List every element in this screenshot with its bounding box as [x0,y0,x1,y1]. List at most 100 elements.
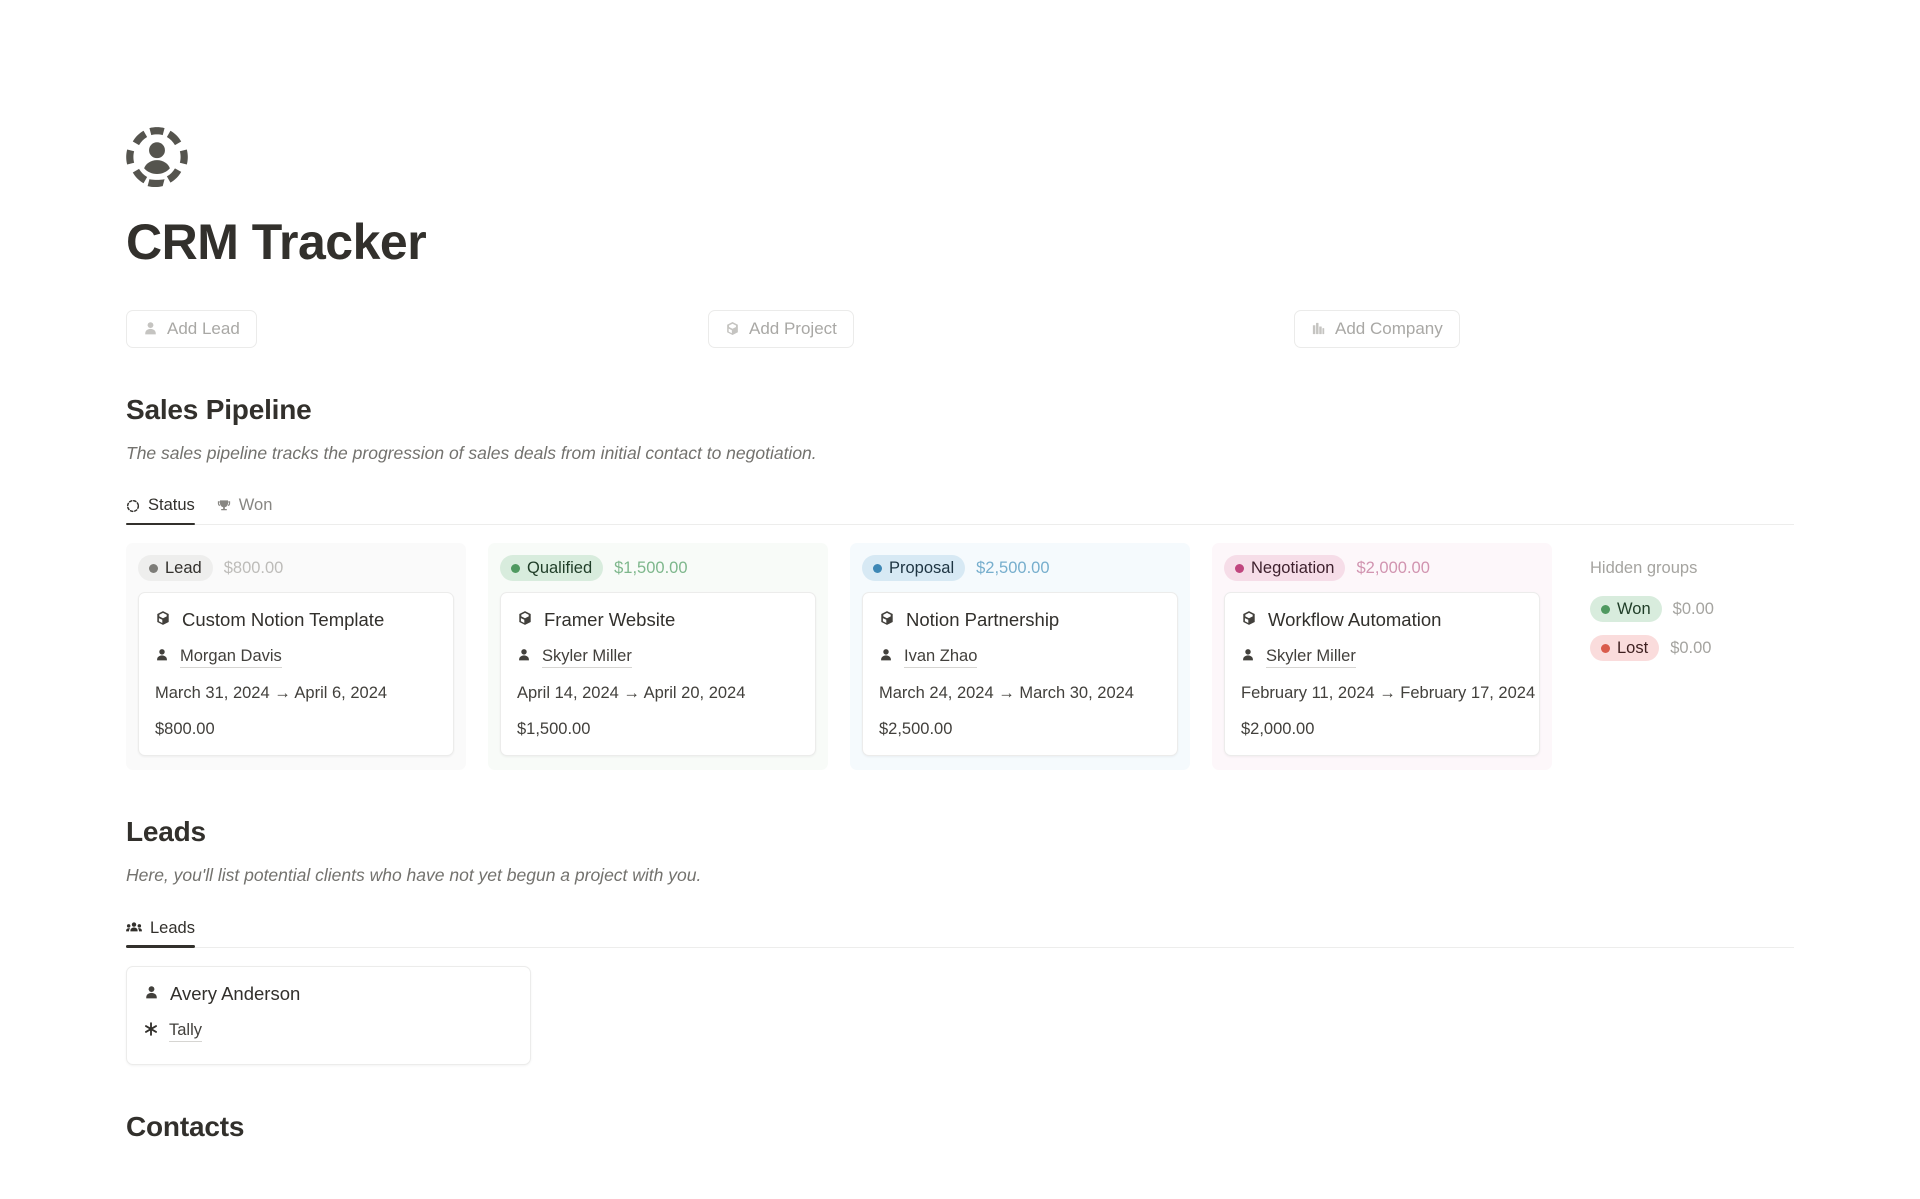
kanban-column-negotiation: Negotiation $2,000.00 Workflow Automatio… [1212,543,1552,771]
card-title-row: Custom Notion Template [155,608,437,631]
kanban-column-header: Proposal $2,500.00 [862,553,1178,583]
hidden-group-amount: $0.00 [1670,638,1712,657]
tab-won-label: Won [238,496,273,515]
page-title: CRM Tracker [126,214,427,270]
card-person-name[interactable]: Morgan Davis [180,647,282,669]
tab-won[interactable]: Won [217,496,273,524]
card-amount: $1,500.00 [517,720,591,739]
leads-view-tabs: Leads [126,910,1794,948]
status-dot-icon [1601,643,1610,653]
tab-status-label: Status [148,496,195,515]
card-amount: $2,500.00 [879,720,953,739]
card-date-range: April 14, 2024 → April 20, 2024 [517,684,746,703]
cube-icon [1241,608,1257,631]
lead-company-row: Tally [144,1021,513,1042]
status-dot-icon [149,563,158,573]
lead-card[interactable]: Avery Anderson Tally [126,965,531,1065]
sales-pipeline-title: Sales Pipeline [126,393,312,425]
cube-icon [879,608,895,631]
kanban-board: Lead $800.00 Custom Notion Template Morg… [126,543,1794,771]
status-badge-label: Qualified [527,558,593,577]
star-icon [144,1022,158,1041]
column-sum: $2,000.00 [1356,558,1430,577]
status-badge-qualified[interactable]: Qualified [500,555,604,582]
hidden-groups-label: Hidden groups [1590,558,1698,577]
status-badge-lead[interactable]: Lead [138,555,213,582]
column-sum: $2,500.00 [976,558,1050,577]
lead-name: Avery Anderson [170,982,301,1004]
tab-leads[interactable]: Leads [126,918,195,948]
card-title: Custom Notion Template [182,609,385,631]
kanban-column-header: Lead $800.00 [138,553,454,583]
hidden-groups-panel: Hidden groups Won $0.00 Lost $0.00 [1574,543,1714,662]
person-icon [879,648,893,667]
kanban-column-proposal: Proposal $2,500.00 Notion Partnership Iv… [850,543,1190,771]
kanban-column-qualified: Qualified $1,500.00 Framer Website Skyle… [488,543,828,771]
hidden-group-row[interactable]: Lost $0.00 [1590,635,1714,662]
card-date-range: March 24, 2024 → March 30, 2024 [879,684,1134,703]
card-title-row: Workflow Automation [1241,608,1523,631]
kanban-card[interactable]: Custom Notion Template Morgan Davis Marc… [138,592,454,757]
cube-icon [517,608,533,631]
card-person-row: Skyler Miller [1241,647,1523,669]
tab-leads-label: Leads [150,918,195,937]
hidden-group-row[interactable]: Won $0.00 [1590,596,1714,623]
sales-pipeline-section: Sales Pipeline The sales pipeline tracks… [126,394,1794,771]
status-dot-icon [1601,604,1610,614]
status-badge-label: Proposal [889,558,955,577]
leads-description: Here, you'll list potential clients who … [126,865,702,886]
card-person-row: Morgan Davis [155,647,437,669]
status-badge-lost[interactable]: Lost [1590,635,1660,662]
building-icon [1311,321,1326,336]
tab-status[interactable]: Status [126,496,195,526]
status-badge-label: Won [1617,599,1651,618]
leads-board: Avery Anderson Tally [126,965,1794,1065]
person-icon [143,321,158,336]
status-badge-negotiation[interactable]: Negotiation [1224,555,1346,582]
action-button-row: Add Lead Add Project Add Company [126,309,1794,348]
people-group-icon [126,921,142,935]
kanban-card[interactable]: Notion Partnership Ivan Zhao March 24, 2… [862,592,1178,757]
add-company-button[interactable]: Add Company [1294,309,1460,348]
person-icon [144,983,159,1005]
card-person-row: Ivan Zhao [879,647,1161,669]
card-amount: $800.00 [155,720,215,739]
person-icon [517,648,531,667]
status-dot-icon [1235,563,1244,573]
contacts-section: Contacts [126,1111,1794,1143]
card-date-range: March 31, 2024 → April 6, 2024 [155,684,388,703]
status-dot-icon [873,563,882,573]
contacts-title: Contacts [126,1110,245,1142]
kanban-column-header: Qualified $1,500.00 [500,553,816,583]
card-person-name[interactable]: Skyler Miller [542,647,632,669]
column-sum: $800.00 [223,558,284,577]
card-date-range: February 11, 2024 → February 17, 2024 [1241,684,1536,703]
status-badge-proposal[interactable]: Proposal [862,555,966,582]
person-icon [1241,648,1255,667]
card-title: Workflow Automation [1268,609,1442,631]
status-dot-icon [511,563,520,573]
hidden-group-amount: $0.00 [1672,599,1714,618]
status-badge-label: Lost [1617,638,1649,657]
cube-icon [725,321,740,336]
leads-title: Leads [126,816,206,848]
lead-name-row: Avery Anderson [144,983,513,1005]
card-person-name[interactable]: Skyler Miller [1266,647,1356,669]
kanban-card[interactable]: Framer Website Skyler Miller April 14, 2… [500,592,816,757]
lead-company-name[interactable]: Tally [169,1021,203,1042]
contact-circle-icon [126,126,188,188]
status-badge-label: Lead [165,558,202,577]
dashed-circle-icon [126,499,140,513]
kanban-column-header: Negotiation $2,000.00 [1224,553,1540,583]
add-project-button[interactable]: Add Project [708,309,854,348]
kanban-card[interactable]: Workflow Automation Skyler Miller Februa… [1224,592,1540,757]
card-person-row: Skyler Miller [517,647,799,669]
column-sum: $1,500.00 [614,558,688,577]
add-lead-button[interactable]: Add Lead [126,309,257,348]
add-lead-label: Add Lead [167,318,240,338]
status-badge-won[interactable]: Won [1590,596,1662,623]
pipeline-view-tabs: Status Won [126,487,1794,526]
add-project-label: Add Project [749,318,837,338]
card-person-name[interactable]: Ivan Zhao [904,647,978,669]
add-company-label: Add Company [1335,318,1443,338]
